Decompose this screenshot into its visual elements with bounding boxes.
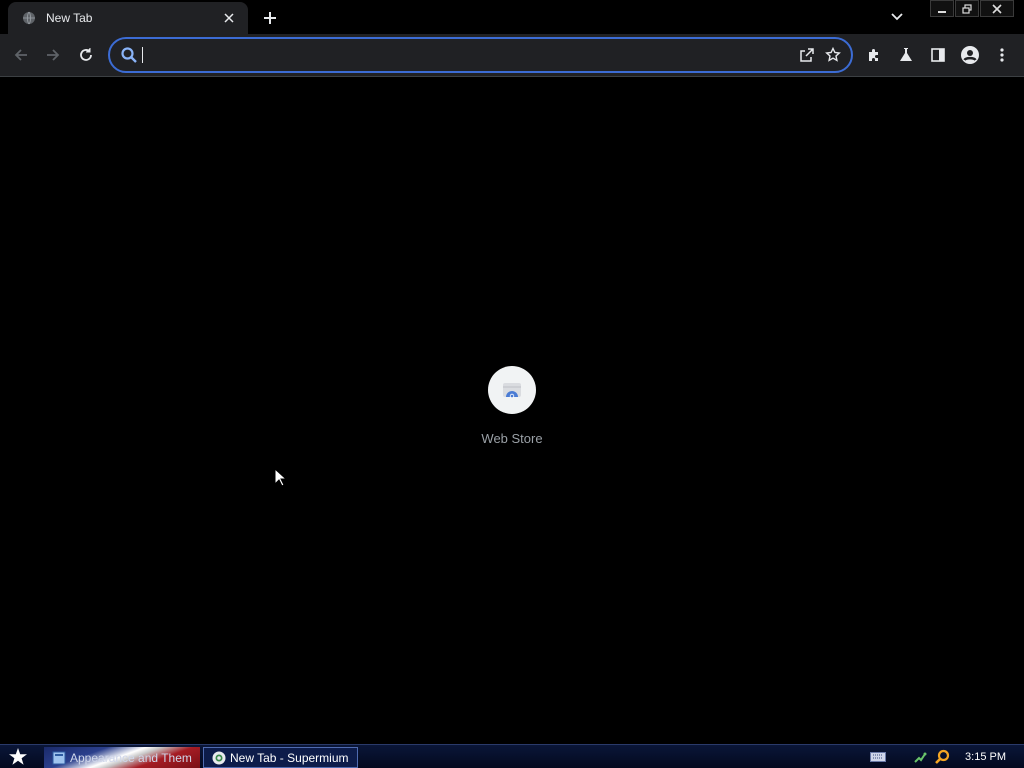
reload-icon[interactable] [73,42,99,68]
supermium-icon [212,751,226,765]
shortcut-web-store[interactable]: Web Store [472,366,552,446]
tab-strip: New Tab [0,0,1024,34]
web-store-icon [488,366,536,414]
network-icon[interactable] [911,748,929,766]
tab-title: New Tab [46,11,93,25]
taskbar-button-appearance[interactable]: Appearance and Them [44,747,200,768]
side-panel-icon[interactable] [925,42,951,68]
globe-icon [22,11,36,25]
start-star-icon[interactable] [4,746,32,768]
extensions-puzzle-icon[interactable] [861,42,887,68]
share-icon[interactable] [795,43,819,67]
taskbar-button-label: New Tab - Supermium [230,750,349,765]
bookmark-star-icon[interactable] [821,43,845,67]
labs-flask-icon[interactable] [893,42,919,68]
search-tray-icon[interactable] [933,748,951,766]
omnibox[interactable] [108,37,853,73]
screen: New Tab Web Store Appearance and Them Ne… [0,0,1024,768]
address-input[interactable] [151,43,795,67]
menu-kebab-icon[interactable] [989,42,1015,68]
shortcut-label: Web Store [481,431,543,446]
forward-arrow-icon[interactable] [40,42,66,68]
text-caret [142,47,143,63]
clock: 3:15 PM [965,751,1006,763]
restore-icon[interactable] [955,0,979,17]
tab-new-tab[interactable]: New Tab [8,2,248,34]
keyboard-icon[interactable] [869,748,887,766]
minimize-icon[interactable] [930,0,954,17]
taskbar-button-label: Appearance and Them [70,750,192,765]
new-tab-page: Web Store [0,78,1024,744]
new-tab-button[interactable] [258,6,282,30]
taskbar: Appearance and Them New Tab - Supermium … [0,744,1024,768]
taskbar-button-supermium[interactable]: New Tab - Supermium [203,747,358,768]
control-panel-icon [52,751,66,765]
close-tab-icon[interactable] [220,9,238,27]
search-icon [120,46,138,64]
tab-search-chevron-icon[interactable] [885,6,909,28]
profile-avatar-icon[interactable] [957,42,983,68]
back-arrow-icon[interactable] [8,42,34,68]
close-window-icon[interactable] [980,0,1014,17]
system-tray: 3:15 PM [869,745,1024,768]
window-controls [929,0,1014,18]
mouse-cursor-icon [274,467,288,493]
toolbar [0,34,1024,77]
